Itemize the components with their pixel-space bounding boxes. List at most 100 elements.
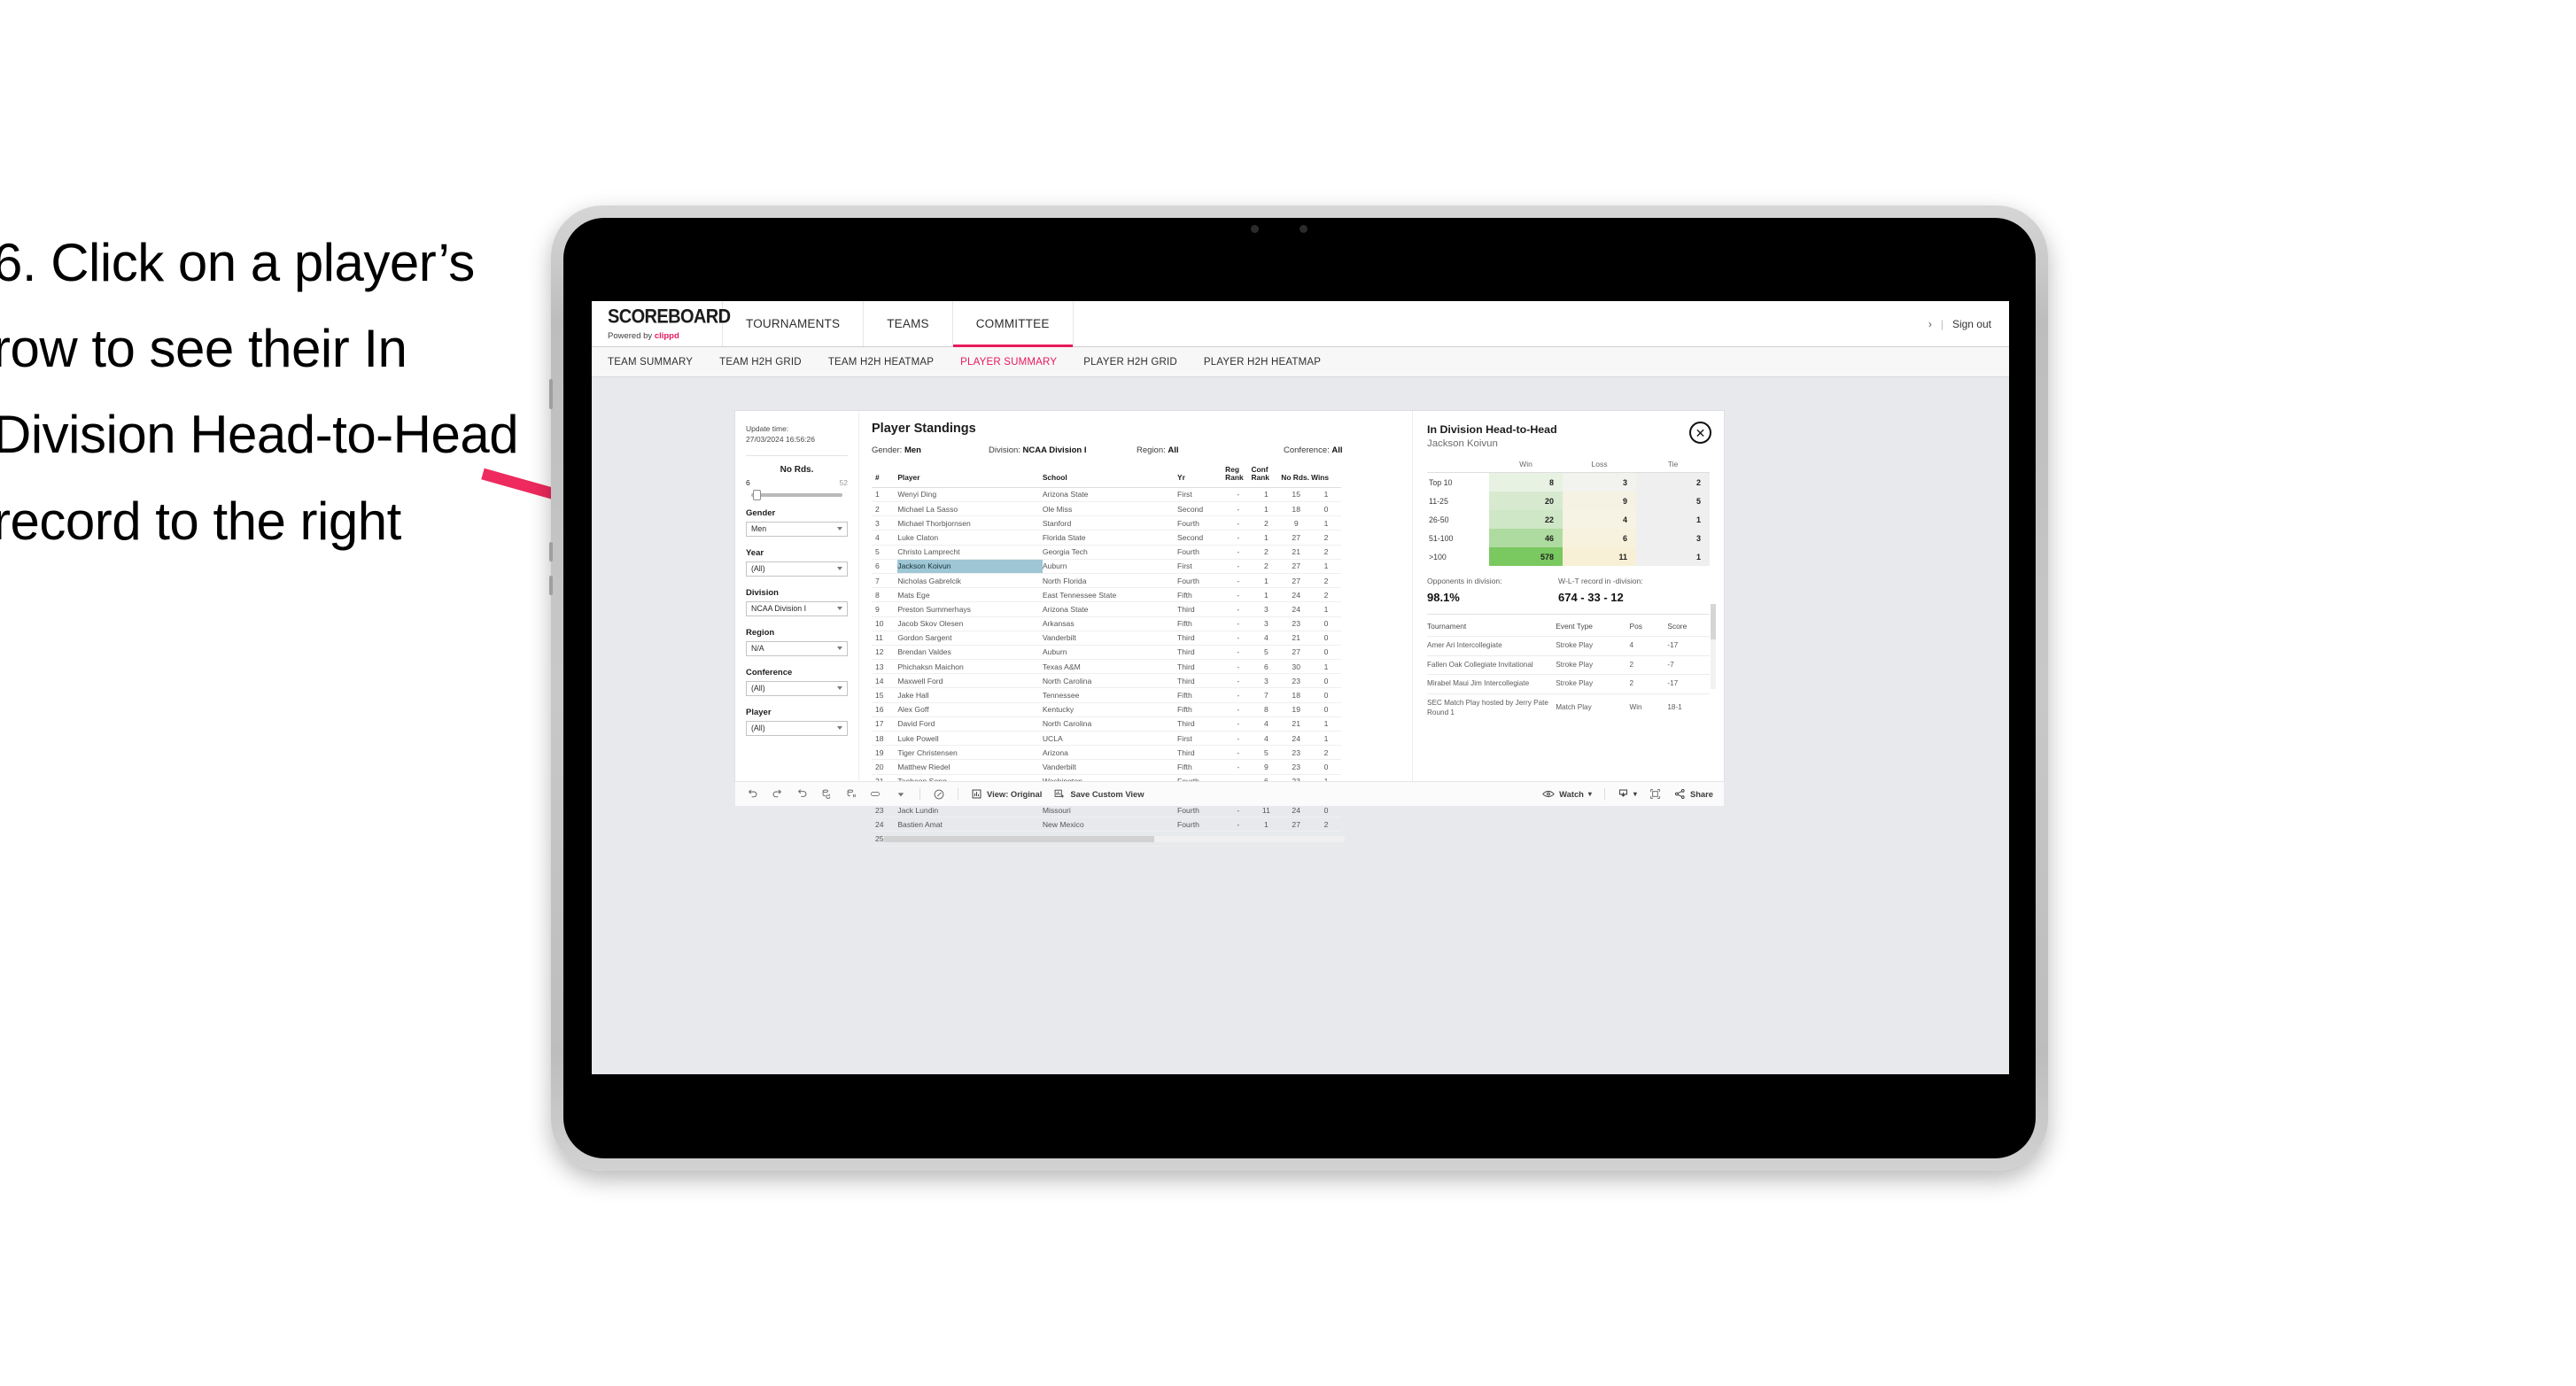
table-row[interactable]: 24 Bastien Amat New Mexico Fourth -1 27 2 bbox=[872, 817, 1341, 832]
h2h-cell-loss[interactable]: 11 bbox=[1563, 547, 1636, 566]
table-row[interactable]: 2 Michael La Sasso Ole Miss Second -1 18 0 bbox=[872, 501, 1341, 517]
tab-player-summary[interactable]: PLAYER SUMMARY bbox=[960, 357, 1057, 368]
table-row[interactable]: 5 Christo Lamprecht Georgia Tech Fourth -2 21… bbox=[872, 545, 1341, 560]
horizontal-scrollbar[interactable] bbox=[884, 836, 1345, 842]
col-no-rds[interactable]: No Rds. bbox=[1281, 466, 1312, 488]
share-button[interactable]: Share bbox=[1674, 788, 1713, 800]
h2h-cell-tie[interactable]: 1 bbox=[1636, 547, 1710, 566]
filter-region-select[interactable]: N/A bbox=[746, 640, 848, 656]
table-row[interactable]: 18 Luke Powell UCLA First -4 24 1 bbox=[872, 731, 1341, 747]
h2h-row[interactable]: Top 10 8 3 2 bbox=[1427, 472, 1710, 492]
h2h-cell-tie[interactable]: 3 bbox=[1636, 529, 1710, 547]
tournament-row[interactable]: Mirabel Maui Jim Intercollegiate Stroke P… bbox=[1427, 674, 1710, 694]
no-rounds-slider[interactable] bbox=[751, 489, 842, 500]
watch-button[interactable]: Watch ▾ bbox=[1542, 789, 1592, 799]
cell-yr: First bbox=[1177, 487, 1226, 503]
table-row[interactable]: 8 Mats Ege East Tennessee State Fifth -1 24 2 bbox=[872, 587, 1341, 603]
tournament-scrollbar[interactable] bbox=[1711, 604, 1716, 689]
view-original-button[interactable]: View: Original bbox=[971, 788, 1042, 800]
revert-icon[interactable] bbox=[795, 788, 808, 801]
app-logo[interactable]: SCOREBOARD Powered by clippd bbox=[592, 301, 731, 346]
h2h-cell-tie[interactable]: 2 bbox=[1636, 472, 1710, 492]
table-row[interactable]: 6 Jackson Koivun Auburn First -2 27 1 bbox=[872, 559, 1341, 574]
table-row[interactable]: 10 Jacob Skov Olesen Arkansas Fifth -3 23 0 bbox=[872, 616, 1341, 631]
filter-division-select[interactable]: NCAA Division I bbox=[746, 600, 848, 616]
h2h-cell-win[interactable]: 8 bbox=[1489, 472, 1563, 492]
cell-name: Amer Ari Intercollegiate bbox=[1427, 636, 1556, 656]
volume-up-button[interactable] bbox=[549, 379, 553, 409]
table-row[interactable]: 9 Preston Summerhays Arizona State Third -3 2… bbox=[872, 601, 1341, 617]
refresh-data-icon[interactable] bbox=[820, 788, 833, 801]
h2h-row[interactable]: 11-25 20 9 5 bbox=[1427, 492, 1710, 510]
table-row[interactable]: 7 Nicholas Gabrelcik North Florida Fourth -1… bbox=[872, 573, 1341, 589]
h2h-cell-loss[interactable]: 6 bbox=[1563, 529, 1636, 547]
table-row[interactable]: 4 Luke Claton Florida State Second -1 27 2 bbox=[872, 530, 1341, 546]
h2h-cell-tie[interactable]: 5 bbox=[1636, 492, 1710, 510]
h2h-cell-win[interactable]: 578 bbox=[1489, 547, 1563, 566]
tab-player-h2h-heatmap[interactable]: PLAYER H2H HEATMAP bbox=[1204, 357, 1321, 368]
slider-handle[interactable] bbox=[753, 489, 761, 500]
nav-tournaments[interactable]: TOURNAMENTS bbox=[723, 301, 865, 346]
tournament-row[interactable]: SEC Match Play hosted by Jerry Pate Roun… bbox=[1427, 693, 1710, 723]
chevron-down-icon[interactable] bbox=[895, 788, 907, 801]
save-custom-view-button[interactable]: Save Custom View bbox=[1054, 788, 1144, 800]
h2h-row[interactable]: 51-100 46 6 3 bbox=[1427, 529, 1710, 547]
tournament-row[interactable]: Fallen Oak Collegiate Invitational Stroke… bbox=[1427, 654, 1710, 675]
undo-icon[interactable] bbox=[746, 788, 758, 801]
scrollbar-thumb[interactable] bbox=[884, 836, 1154, 842]
table-row[interactable]: 11 Gordon Sargent Vanderbilt Third -4 21 0 bbox=[872, 631, 1341, 646]
pause-data-icon[interactable] bbox=[845, 788, 857, 801]
h2h-cell-win[interactable]: 22 bbox=[1489, 510, 1563, 529]
h2h-cell-loss[interactable]: 3 bbox=[1563, 472, 1636, 492]
pill-shape-icon[interactable] bbox=[870, 788, 882, 801]
table-row[interactable]: 20 Matthew Riedel Vanderbilt Fifth -9 23 0 bbox=[872, 759, 1341, 775]
tab-team-h2h-heatmap[interactable]: TEAM H2H HEATMAP bbox=[828, 357, 934, 368]
filter-conference-select[interactable]: (All) bbox=[746, 680, 848, 696]
cell-reg: - bbox=[1225, 702, 1252, 717]
table-row[interactable]: 15 Jake Hall Tennessee Fifth -7 18 0 bbox=[872, 687, 1341, 703]
col-wins[interactable]: Wins bbox=[1311, 466, 1341, 488]
table-row[interactable]: 19 Tiger Christensen Arizona Third -5 23 2 bbox=[872, 745, 1341, 761]
cell-score: -17 bbox=[1667, 636, 1710, 656]
tab-team-summary[interactable]: TEAM SUMMARY bbox=[608, 357, 693, 368]
table-row[interactable]: 13 Phichaksn Maichon Texas A&M Third -6 30 1 bbox=[872, 659, 1341, 675]
redo-icon[interactable] bbox=[771, 788, 783, 801]
close-icon[interactable]: ✕ bbox=[1689, 422, 1711, 444]
col-school[interactable]: School bbox=[1042, 466, 1178, 488]
h2h-cell-win[interactable]: 46 bbox=[1489, 529, 1563, 547]
h2h-cell-loss[interactable]: 4 bbox=[1563, 510, 1636, 529]
col-player[interactable]: Player bbox=[897, 466, 1043, 488]
filter-year-select[interactable]: (All) bbox=[746, 561, 848, 577]
col-year[interactable]: Yr bbox=[1177, 466, 1226, 488]
table-row[interactable]: 16 Alex Goff Kentucky Fifth -8 19 0 bbox=[872, 702, 1341, 717]
sign-out-link[interactable]: Sign out bbox=[1952, 318, 1991, 330]
col-rank[interactable]: # bbox=[872, 466, 898, 488]
table-row[interactable]: 12 Brendan Valdes Auburn Third -5 27 0 bbox=[872, 645, 1341, 661]
tab-player-h2h-grid[interactable]: PLAYER H2H GRID bbox=[1083, 357, 1177, 368]
table-row[interactable]: 17 David Ford North Carolina Third -4 21 1 bbox=[872, 716, 1341, 732]
col-reg-rank[interactable]: Reg Rank bbox=[1225, 465, 1252, 488]
table-row[interactable]: 14 Maxwell Ford North Carolina Third -3 23 0 bbox=[872, 673, 1341, 689]
download-button[interactable]: ▾ bbox=[1618, 788, 1637, 800]
presentation-mode-icon[interactable] bbox=[933, 788, 945, 801]
col-conf-rank[interactable]: Conf Rank bbox=[1251, 465, 1282, 488]
nav-teams[interactable]: TEAMS bbox=[864, 301, 953, 346]
h2h-cell-win[interactable]: 20 bbox=[1489, 492, 1563, 510]
nav-committee[interactable]: COMMITTEE bbox=[952, 301, 1074, 347]
table-row[interactable]: 1 Wenyi Ding Arizona State First -1 15 1 bbox=[872, 487, 1341, 503]
filter-gender-select[interactable]: Men bbox=[746, 521, 848, 537]
power-button[interactable] bbox=[549, 576, 553, 595]
h2h-cell-loss[interactable]: 9 bbox=[1563, 492, 1636, 510]
tab-team-h2h-grid[interactable]: TEAM H2H GRID bbox=[719, 357, 802, 368]
scrollbar-thumb[interactable] bbox=[1711, 604, 1716, 639]
tournament-row[interactable]: Amer Ari Intercollegiate Stroke Play 4 -17 bbox=[1427, 636, 1710, 656]
filter-player-select[interactable]: (All) bbox=[746, 720, 848, 736]
h2h-row[interactable]: >100 578 11 1 bbox=[1427, 547, 1710, 566]
table-row[interactable]: 3 Michael Thorbjornsen Stanford Fourth -2 9 1 bbox=[872, 515, 1341, 531]
chevron-right-icon[interactable]: › bbox=[1928, 318, 1932, 330]
fullscreen-icon[interactable] bbox=[1649, 788, 1662, 801]
cell-yr: Fifth bbox=[1177, 616, 1226, 631]
volume-down-button[interactable] bbox=[549, 542, 553, 561]
h2h-cell-tie[interactable]: 1 bbox=[1636, 510, 1710, 529]
h2h-row[interactable]: 26-50 22 4 1 bbox=[1427, 510, 1710, 529]
